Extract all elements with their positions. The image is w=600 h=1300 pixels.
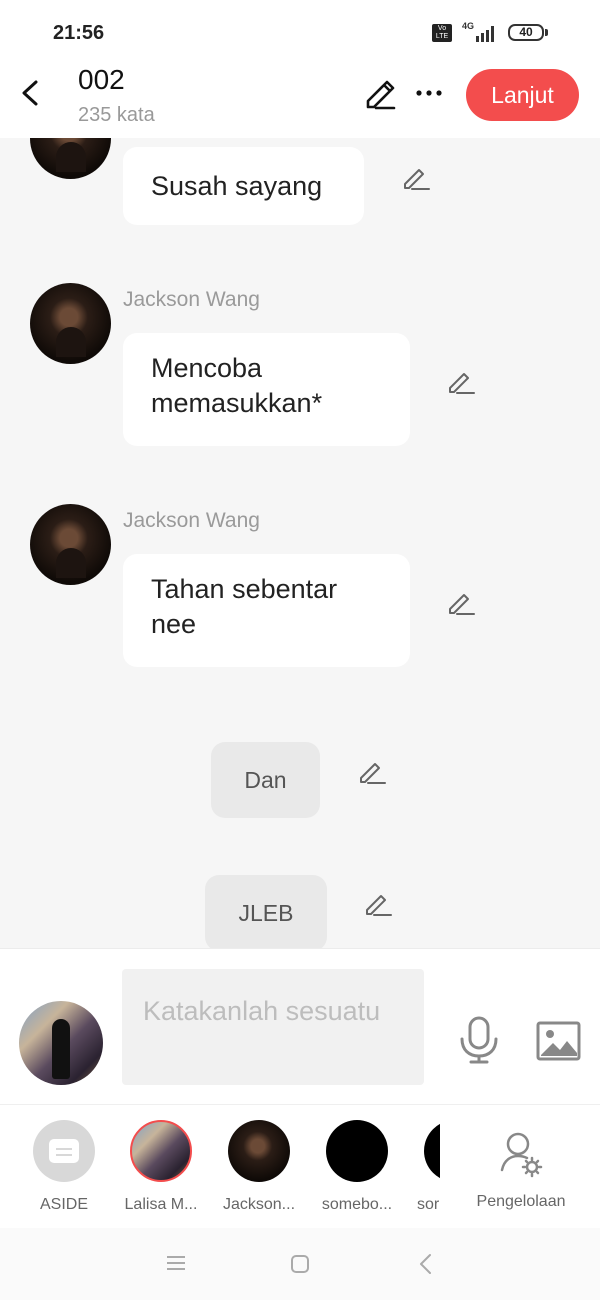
- character-somebody[interactable]: somebo...: [312, 1120, 402, 1214]
- character-label: ASIDE: [39, 1196, 88, 1213]
- character-label: sor: [417, 1196, 440, 1213]
- narration-bubble[interactable]: JLEB: [205, 875, 327, 948]
- avatar: [130, 1120, 192, 1182]
- edit-message-icon[interactable]: [446, 587, 476, 617]
- narration-bubble[interactable]: Dan: [211, 742, 320, 818]
- aside-icon: [33, 1120, 95, 1182]
- edit-pencil-icon[interactable]: [360, 74, 398, 112]
- nav-back-icon[interactable]: [418, 1253, 434, 1275]
- avatar: [228, 1120, 290, 1182]
- page-title[interactable]: 002: [78, 64, 125, 96]
- message-bubble[interactable]: Tahan sebentar nee: [123, 554, 410, 667]
- character-label: somebo...: [321, 1196, 393, 1213]
- edit-message-icon[interactable]: [363, 888, 393, 918]
- avatar: [326, 1120, 388, 1182]
- edit-message-icon[interactable]: [446, 366, 476, 396]
- character-avatar[interactable]: [30, 138, 111, 179]
- user-settings-icon: [500, 1132, 543, 1178]
- back-arrow-icon[interactable]: [14, 76, 48, 110]
- character-jackson[interactable]: Jackson...: [214, 1120, 304, 1214]
- battery-icon: 40: [508, 24, 544, 41]
- character-lalisa[interactable]: Lalisa M...: [116, 1120, 206, 1214]
- menu-icon[interactable]: [165, 1254, 187, 1272]
- word-count: 235 kata: [78, 104, 155, 126]
- next-button[interactable]: Lanjut: [466, 69, 579, 121]
- character-partial[interactable]: sor: [410, 1120, 440, 1214]
- battery-tip: [545, 29, 548, 36]
- message-input[interactable]: [122, 969, 424, 1085]
- microphone-icon[interactable]: [458, 1015, 500, 1065]
- more-options-icon[interactable]: [412, 76, 446, 110]
- character-bar: ASIDE Lalisa M... Jackson... somebo... s…: [0, 1104, 600, 1229]
- manage-label: Pengelolaan: [476, 1193, 566, 1210]
- chat-area[interactable]: Susah sayang Jackson Wang Mencoba memasu…: [0, 138, 600, 948]
- sender-name: Jackson Wang: [123, 288, 260, 311]
- character-label: Lalisa M...: [124, 1196, 198, 1213]
- home-icon[interactable]: [290, 1254, 310, 1274]
- header: 002 235 kata Lanjut: [0, 62, 600, 138]
- avatar: [424, 1120, 440, 1182]
- composer: [0, 948, 600, 1105]
- network-type: 4G: [462, 21, 475, 31]
- edit-message-icon[interactable]: [401, 162, 431, 192]
- message-bubble[interactable]: Susah sayang: [123, 147, 364, 225]
- signal-icon: [476, 26, 494, 42]
- current-character-avatar[interactable]: [19, 1001, 103, 1085]
- message-bubble[interactable]: Mencoba memasukkan*: [123, 333, 410, 446]
- character-avatar[interactable]: [30, 283, 111, 364]
- image-icon[interactable]: [536, 1021, 581, 1061]
- system-nav-bar: [0, 1228, 600, 1300]
- character-avatar[interactable]: [30, 504, 111, 585]
- status-bar: 21:56 Vo LTE 4G 40: [0, 0, 600, 62]
- status-time: 21:56: [53, 22, 105, 44]
- character-aside[interactable]: ASIDE: [19, 1120, 109, 1214]
- edit-message-icon[interactable]: [357, 756, 387, 786]
- sender-name: Jackson Wang: [123, 509, 260, 532]
- character-label: Jackson...: [222, 1196, 296, 1213]
- volte-icon: Vo LTE: [432, 24, 452, 42]
- manage-characters-button[interactable]: Pengelolaan: [474, 1120, 568, 1211]
